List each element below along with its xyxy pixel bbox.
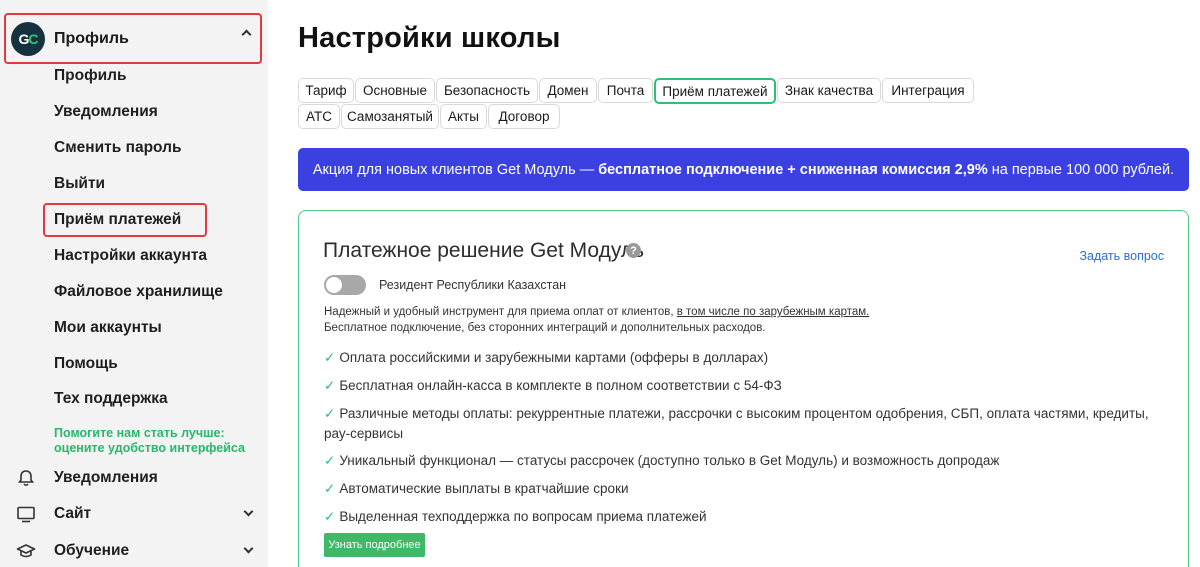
chevron-up-icon[interactable] [241,29,252,40]
sidebar-subitem-payments[interactable]: Приём платежей [54,211,181,229]
promo-suffix: на первые 100 000 рублей. [991,161,1175,178]
sidebar-subitem-my-accounts[interactable]: Мои аккаунты [54,319,162,337]
sidebar-profile-title: Профиль [54,30,129,47]
sidebar-item-notifications[interactable]: Уведомления [0,463,268,493]
list-item: ✓ Автоматические выплаты в кратчайшие сро… [324,481,629,496]
sidebar-subitem-help[interactable]: Помощь [54,355,118,373]
tab-quality-mark[interactable]: Знак качества [777,78,881,103]
sidebar-subitem-change-password[interactable]: Сменить пароль [54,139,182,157]
sidebar-item-site[interactable]: Сайт [0,499,268,529]
kazakhstan-resident-toggle[interactable] [324,275,366,295]
list-item: ✓ Выделенная техподдержка по вопросам при… [324,509,707,524]
bell-icon [17,470,35,487]
logo-icon: GC [11,22,45,56]
tab-tariff[interactable]: Тариф [298,78,354,103]
tab-contract[interactable]: Договор [488,104,560,129]
sidebar-item-learning[interactable]: Обучение [0,536,268,566]
help-icon[interactable]: ? [626,243,641,258]
toggle-knob [326,277,342,293]
sidebar-subitem-file-storage[interactable]: Файловое хранилище [54,283,223,301]
sidebar-subitem-account-settings[interactable]: Настройки аккаунта [54,247,207,265]
check-icon: ✓ [324,350,336,365]
tab-mail[interactable]: Почта [598,78,653,103]
sidebar-subitem-logout[interactable]: Выйти [54,175,105,193]
promo-bold: бесплатное подключение + сниженная комис… [598,161,988,178]
tab-self-employed[interactable]: Самозанятый [341,104,439,129]
sidebar-profile-header[interactable]: GC Профиль [4,13,262,64]
tab-security[interactable]: Безопасность [436,78,538,103]
card-description: Надежный и удобный инструмент для приема… [324,304,869,336]
list-item: ✓ Различные методы оплаты: рекуррентные п… [324,406,1149,441]
promo-banner: Акция для новых клиентов Get Модуль — бе… [298,148,1189,191]
feedback-line-1: Помогите нам стать лучше: [54,426,225,440]
chevron-down-icon [243,543,254,554]
monitor-icon [17,506,35,523]
page-title: Настройки школы [298,22,561,54]
tab-acts[interactable]: Акты [440,104,487,129]
sidebar-item-label: Обучение [54,542,130,559]
check-icon: ✓ [324,378,336,393]
feedback-line-2: оцените удобство интерфейса [54,441,245,455]
desc-line-2: Бесплатное подключение, без сторонних ин… [324,322,766,334]
toggle-label: Резидент Республики Казахстан [379,278,567,292]
tab-integration[interactable]: Интеграция [882,78,974,103]
sidebar-subitem-notifications[interactable]: Уведомления [54,103,158,121]
feedback-link[interactable]: Помогите нам стать лучше: оцените удобст… [54,426,245,456]
tab-domain[interactable]: Домен [539,78,597,103]
sidebar-subitem-profile[interactable]: Профиль [54,67,127,85]
list-item: ✓ Бесплатная онлайн-касса в комплекте в п… [324,378,782,393]
check-icon: ✓ [324,509,336,524]
ask-question-link[interactable]: Задать вопрос [1079,249,1164,263]
tab-general[interactable]: Основные [355,78,435,103]
sidebar-subitem-tech-support[interactable]: Тех поддержка [54,390,168,408]
promo-prefix: Акция для новых клиентов Get Модуль — [312,161,595,178]
graduation-cap-icon [16,544,36,558]
payment-solution-card: Платежное решение Get Модуль ? Задать во… [298,210,1189,567]
list-item: ✓ Уникальный функционал — статусы рассроч… [324,453,1000,468]
check-icon: ✓ [324,406,336,421]
sidebar: GC Профиль Профиль Уведомления Сменить п… [0,0,268,567]
desc-line-1: Надежный и удобный инструмент для приема… [324,306,674,318]
card-title: Платежное решение Get Модуль [323,239,645,262]
chevron-down-icon [243,506,254,517]
check-icon: ✓ [324,453,336,468]
list-item: ✓ Оплата российскими и зарубежными картам… [324,350,769,365]
learn-more-button[interactable]: Узнать подробнее [324,533,425,557]
check-icon: ✓ [324,481,336,496]
tab-ats[interactable]: АТС [298,104,340,129]
sidebar-item-label: Уведомления [54,469,158,486]
sidebar-item-label: Сайт [54,505,92,522]
tab-payments[interactable]: Приём платежей [654,78,776,104]
foreign-cards-link[interactable]: в том числе по зарубежным картам. [677,306,870,318]
